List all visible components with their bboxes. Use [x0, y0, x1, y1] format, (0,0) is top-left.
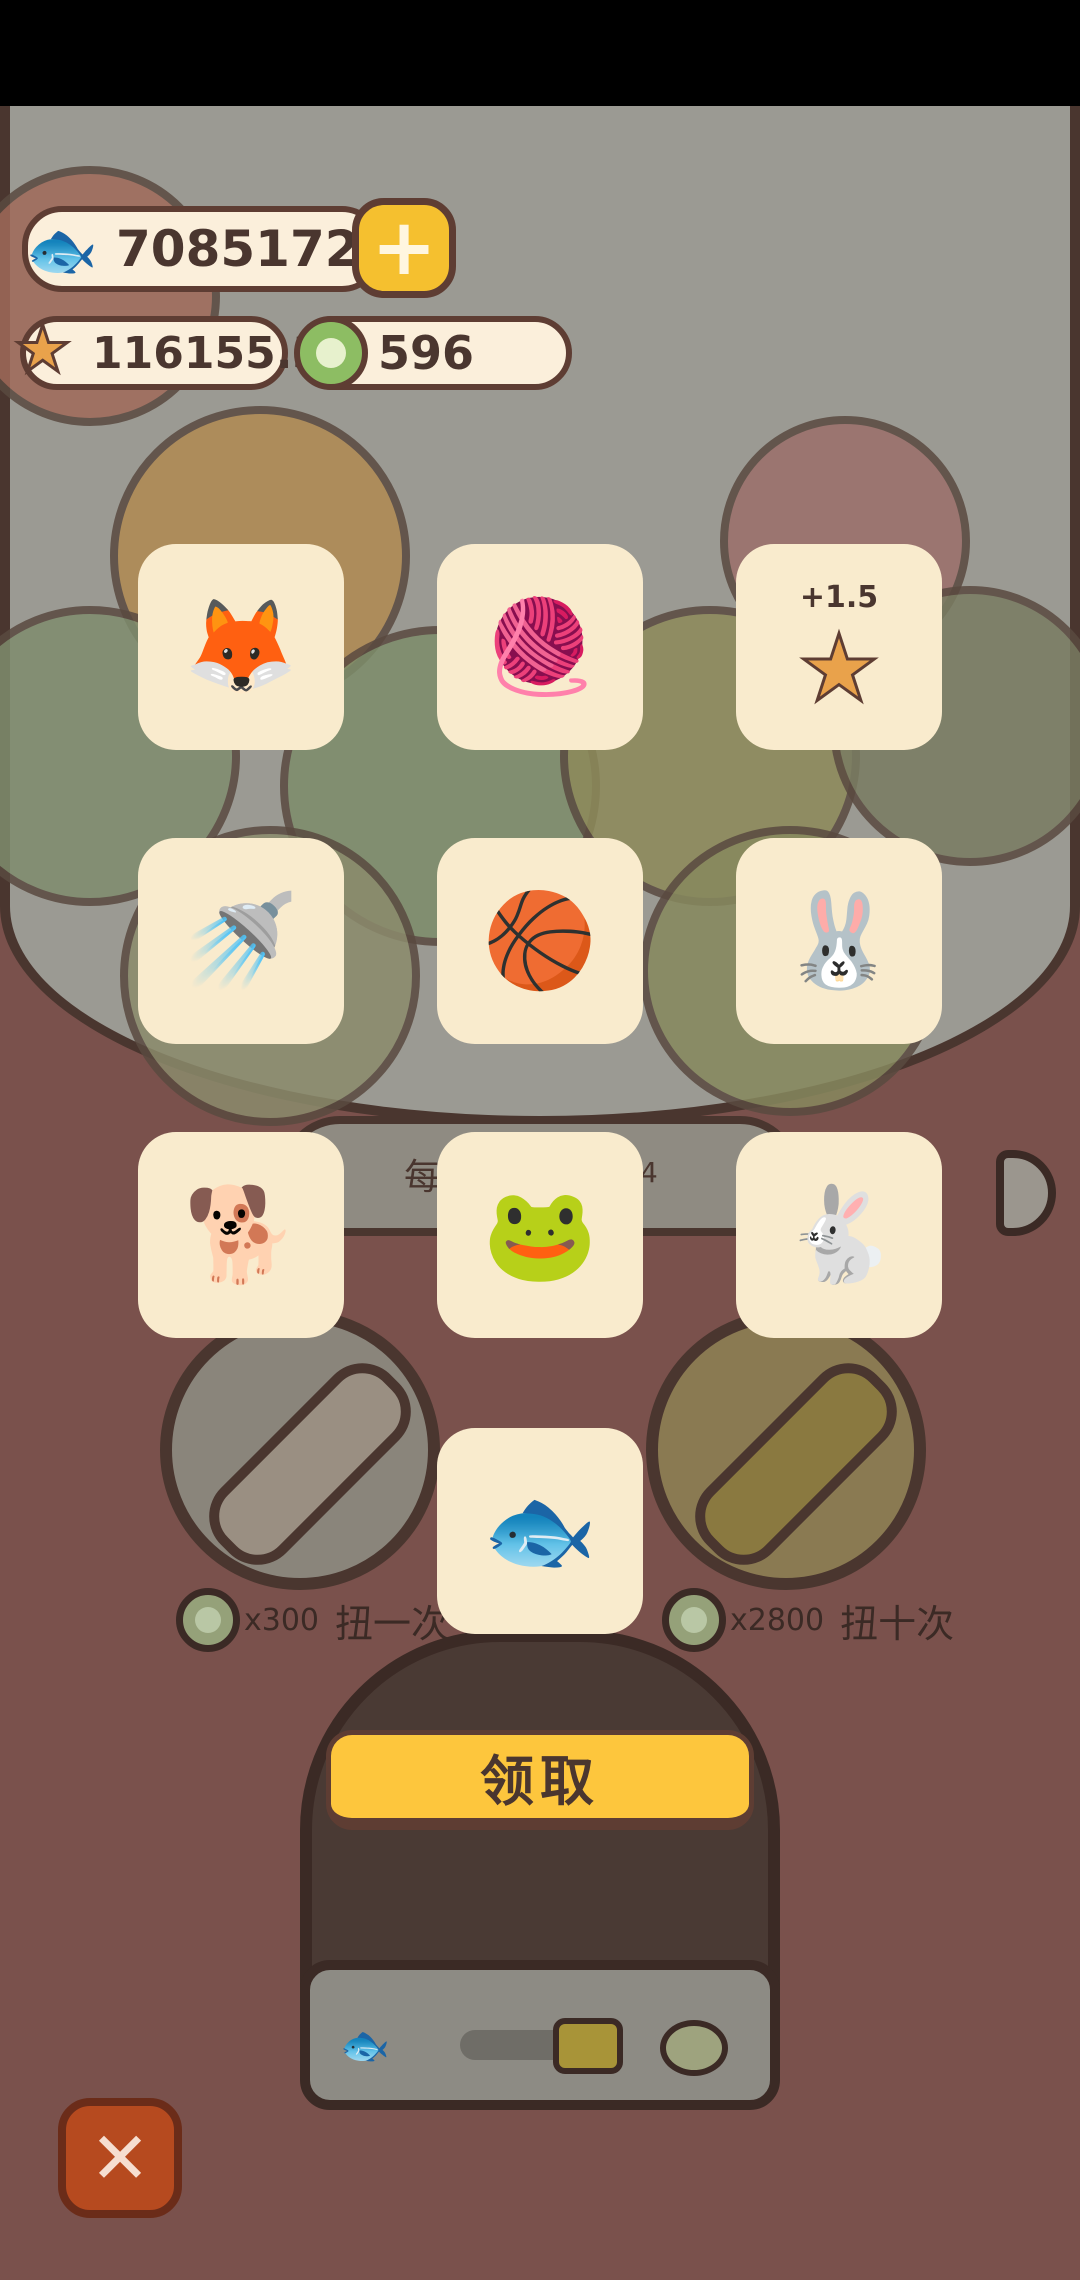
gem-icon [176, 1588, 240, 1652]
reward-card-purple-fish[interactable]: 🐟 [437, 1428, 643, 1634]
reward-card-fox[interactable]: 🦊 [138, 544, 344, 750]
spin-once-option: x300 扭一次 [176, 1588, 449, 1652]
ball-icon: 🏀 [482, 887, 598, 994]
frog-icon: 🐸 [482, 1181, 598, 1288]
background-hint-prefix: 每 [404, 1157, 441, 1198]
add-currency-button[interactable]: + [352, 198, 456, 298]
status-bar [0, 0, 1080, 106]
claim-button-label: 领取 [480, 1750, 600, 1813]
fox-mechanic-icon: 🦊 [183, 593, 299, 700]
star-currency-value: 116155.3 [92, 327, 324, 379]
star-icon: ★ [796, 614, 882, 722]
spin-knob-left [160, 1310, 440, 1590]
fish-currency-value: 7085172 [116, 220, 360, 278]
gem-currency-value: 596 [378, 326, 475, 380]
spin-ten-label: 扭十次 [840, 1601, 955, 1646]
reward-card-bunny[interactable]: 🐇 [736, 1132, 942, 1338]
reward-card-yarn[interactable]: 🧶 [437, 544, 643, 750]
watering-can-icon: 🚿 [183, 887, 299, 994]
spin-once-label: 扭一次 [335, 1601, 450, 1646]
spin-ten-cost: x2800 [730, 1602, 825, 1638]
reward-card-bunny-cat[interactable]: 🐰 [736, 838, 942, 1044]
reward-card-shiba[interactable]: 🐕 [138, 1132, 344, 1338]
purple-fish-icon: 🐟 [482, 1477, 598, 1584]
reward-card-ball[interactable]: 🏀 [437, 838, 643, 1044]
gem-icon [294, 316, 368, 390]
close-button[interactable]: ✕ [58, 2098, 182, 2218]
claim-button[interactable]: 领取 [326, 1730, 754, 1830]
yarn-icon: 🧶 [482, 593, 598, 700]
reward-card-star[interactable]: +1.5 ★ [736, 544, 942, 750]
star-icon: ★ [12, 313, 72, 387]
plus-icon: + [371, 203, 437, 293]
bunny-cat-icon: 🐰 [781, 887, 897, 994]
fish-icon: 🐟 [340, 2023, 390, 2069]
reward-card-watering-can[interactable]: 🚿 [138, 838, 344, 1044]
shiba-icon: 🐕 [183, 1181, 299, 1288]
spin-knob-right [646, 1310, 926, 1590]
fish-icon: 🐟 [25, 215, 99, 284]
gem-icon [662, 1588, 726, 1652]
gem-icon [660, 2020, 728, 2076]
star-bonus-amount: +1.5 [799, 579, 879, 615]
reward-card-frog[interactable]: 🐸 [437, 1132, 643, 1338]
spin-ten-option: x2800 扭十次 [662, 1588, 954, 1652]
bunny-icon: 🐇 [781, 1181, 897, 1288]
close-icon: ✕ [89, 2116, 151, 2200]
tray-slider-handle [553, 2018, 623, 2074]
spin-once-cost: x300 [244, 1602, 320, 1638]
